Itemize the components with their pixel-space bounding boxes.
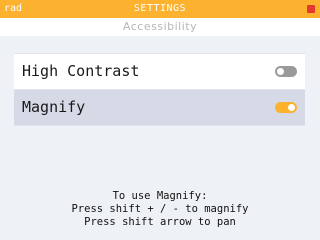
help-line-magnify: Press shift + / - to magnify	[71, 203, 249, 215]
toggle-knob	[288, 104, 295, 111]
high-contrast-toggle[interactable]	[275, 66, 297, 77]
page-subtitle: Accessibility	[0, 18, 320, 36]
help-text: To use Magnify: Press shift + / - to mag…	[0, 190, 320, 229]
setting-row-high-contrast[interactable]: High Contrast	[14, 54, 305, 90]
help-line-pan: Press shift arrow to pan	[84, 216, 236, 228]
magnify-toggle[interactable]	[275, 102, 297, 113]
settings-list: High Contrast Magnify	[14, 53, 305, 126]
setting-label-high-contrast: High Contrast	[22, 62, 140, 80]
setting-label-magnify: Magnify	[22, 98, 86, 116]
battery-icon	[307, 5, 315, 13]
toggle-knob	[277, 68, 284, 75]
status-bar: rad SETTINGS	[0, 0, 320, 18]
screen-title: SETTINGS	[133, 3, 187, 14]
setting-row-magnify[interactable]: Magnify	[14, 90, 305, 126]
help-line-title: To use Magnify:	[112, 190, 208, 202]
